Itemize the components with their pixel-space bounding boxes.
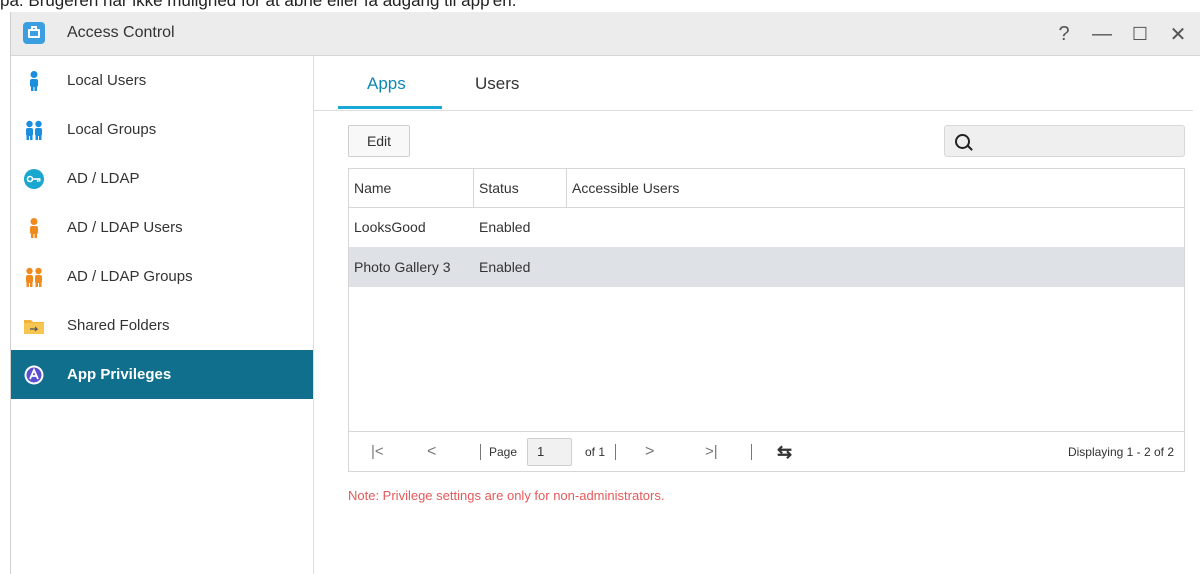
cell-name: Photo Gallery 3 xyxy=(354,259,451,275)
last-page-button[interactable]: >| xyxy=(705,432,718,472)
page-number-input[interactable]: 1 xyxy=(527,438,572,466)
window-title: Access Control xyxy=(67,24,175,41)
table-header: Name Status Accessible Users xyxy=(349,169,1184,208)
page-of-label: of 1 xyxy=(585,445,606,459)
shared-folder-icon xyxy=(24,319,44,334)
sidebar-item-local-users[interactable]: Local Users xyxy=(11,56,313,105)
pager-separator xyxy=(480,444,481,460)
edit-button[interactable]: Edit xyxy=(348,125,410,157)
sidebar-item-label: AD / LDAP xyxy=(67,170,140,187)
cell-accessible-users xyxy=(567,207,572,247)
refresh-icon[interactable]: ⇆ xyxy=(777,432,792,472)
sidebar-item-shared-folders[interactable]: Shared Folders xyxy=(11,301,313,350)
help-button[interactable]: ? xyxy=(1045,21,1083,47)
cell-status: Enabled xyxy=(479,259,531,275)
sidebar-item-ad-ldap-users[interactable]: AD / LDAP Users xyxy=(11,203,313,252)
tab-users[interactable]: Users xyxy=(475,74,519,94)
first-page-button[interactable]: |< xyxy=(371,432,384,472)
table-row[interactable]: LooksGood Enabled xyxy=(349,207,1184,247)
search-box[interactable] xyxy=(944,125,1185,157)
previous-page-button[interactable]: < xyxy=(427,432,436,472)
sidebar-item-label: Local Groups xyxy=(67,121,157,138)
local-user-icon xyxy=(30,70,38,91)
pager-separator xyxy=(751,444,752,460)
sidebar-item-app-privileges[interactable]: App Privileges xyxy=(11,350,313,399)
search-input[interactable] xyxy=(979,130,1178,154)
pagination-bar: |< < Page 1 of 1 > >| ⇆ Displaying 1 - 2… xyxy=(349,431,1184,472)
ad-ldap-key-icon xyxy=(24,168,44,189)
sidebar-item-label: AD / LDAP Groups xyxy=(67,268,193,285)
sidebar-item-label: App Privileges xyxy=(67,366,172,383)
active-tab-indicator xyxy=(338,106,442,109)
sidebar-item-label: Local Users xyxy=(67,72,147,89)
cell-accessible-users xyxy=(567,247,572,287)
sidebar-item-label: Shared Folders xyxy=(67,317,170,334)
close-button[interactable]: ✕ xyxy=(1159,21,1197,47)
search-icon xyxy=(955,134,970,149)
apps-table: Name Status Accessible Users LooksGood E… xyxy=(348,168,1185,472)
minimize-button[interactable]: — xyxy=(1083,21,1121,47)
column-header-accessible-users[interactable]: Accessible Users xyxy=(567,169,1184,207)
sidebar: Local Users Local Groups AD / LDAP AD / … xyxy=(10,56,314,574)
privilege-note: Note: Privilege settings are only for no… xyxy=(348,488,665,503)
displaying-count: Displaying 1 - 2 of 2 xyxy=(1067,445,1174,459)
cell-name: LooksGood xyxy=(354,219,426,235)
table-row[interactable]: Photo Gallery 3 Enabled xyxy=(349,247,1184,287)
tab-apps[interactable]: Apps xyxy=(367,74,406,94)
maximize-button[interactable]: ☐ xyxy=(1121,21,1159,47)
pager-separator xyxy=(615,444,616,460)
app-privileges-icon xyxy=(24,365,44,384)
page-label: Page xyxy=(489,445,518,459)
cell-status: Enabled xyxy=(479,219,531,235)
window-titlebar: Access Control ? — ☐ ✕ xyxy=(10,12,1200,56)
next-page-button[interactable]: > xyxy=(645,432,654,472)
tab-bar: Apps Users xyxy=(313,56,1193,111)
ad-ldap-user-icon xyxy=(30,217,38,238)
access-control-app-icon xyxy=(23,22,45,44)
sidebar-item-ad-ldap-groups[interactable]: AD / LDAP Groups xyxy=(11,252,313,301)
local-group-icon xyxy=(26,120,42,140)
sidebar-item-label: AD / LDAP Users xyxy=(67,219,183,236)
sidebar-item-ad-ldap[interactable]: AD / LDAP xyxy=(11,154,313,203)
sidebar-item-local-groups[interactable]: Local Groups xyxy=(11,105,313,154)
column-header-status[interactable]: Status xyxy=(474,169,567,207)
window-controls: ? — ☐ ✕ xyxy=(1045,21,1197,47)
column-header-name[interactable]: Name xyxy=(349,169,474,207)
background-document-text: på. Brugeren har ikke mulighed for at åb… xyxy=(0,0,517,10)
ad-ldap-group-icon xyxy=(26,267,42,287)
